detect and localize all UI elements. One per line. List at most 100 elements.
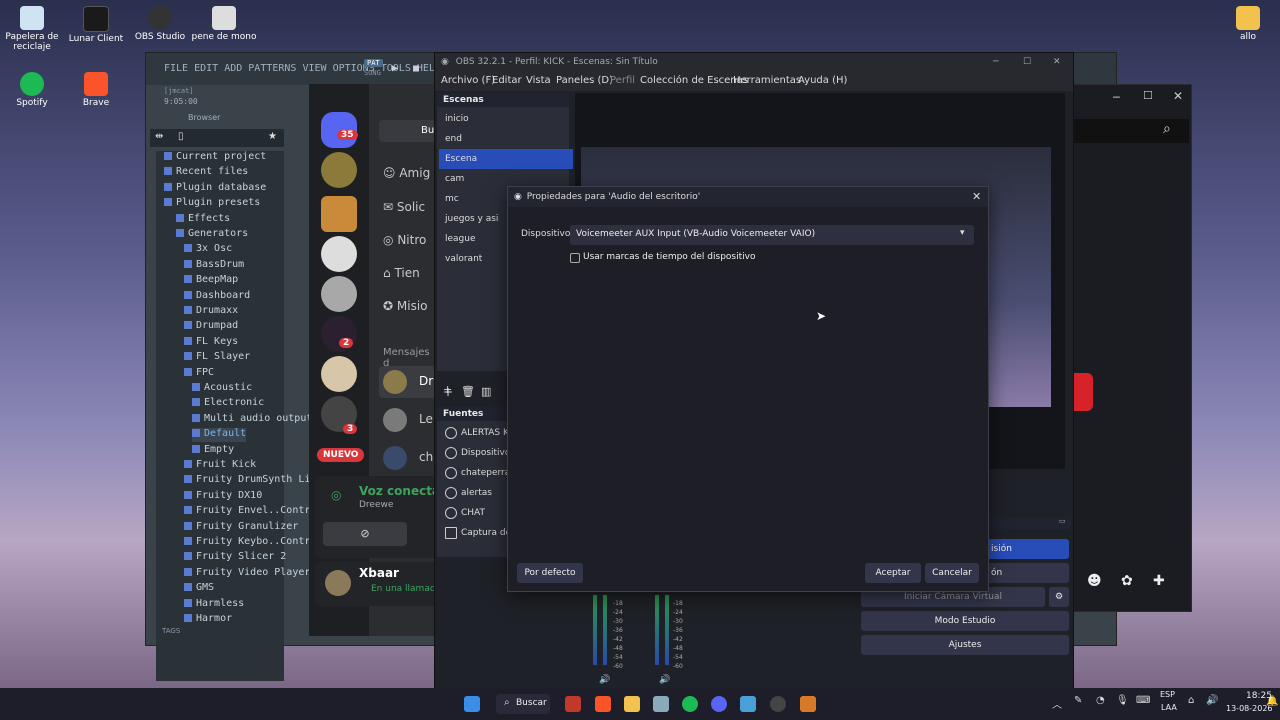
news-icon[interactable] xyxy=(565,696,581,712)
browser-tree-item[interactable]: Harmor xyxy=(184,613,232,627)
discord-icon[interactable] xyxy=(711,696,727,712)
fl-studio-icon[interactable] xyxy=(800,696,816,712)
chevron-up-icon[interactable]: ︿ xyxy=(1052,696,1062,711)
browser-tree-item[interactable]: FL Keys xyxy=(184,336,238,350)
browser-tree-item[interactable]: Default xyxy=(192,428,247,443)
server-icon[interactable] xyxy=(321,236,357,272)
scene-item[interactable]: inicio xyxy=(439,109,573,129)
network-icon[interactable]: ⌂ xyxy=(1188,695,1194,706)
app-icon[interactable] xyxy=(653,696,669,712)
browser-tree-item[interactable]: Plugin presets xyxy=(164,197,260,211)
stop-icon[interactable]: ■ xyxy=(413,63,419,74)
browser-tree-item[interactable]: Harmless xyxy=(184,598,244,612)
dm-item[interactable]: ch xyxy=(379,442,439,474)
menu-file[interactable]: Archivo (F) xyxy=(441,71,495,91)
browser-tree-item[interactable]: Fruit Kick xyxy=(184,459,256,473)
search-button[interactable]: Bu xyxy=(379,120,439,142)
nav-item-nitro[interactable]: ◎ Nitro xyxy=(383,233,426,247)
browser-tree-item[interactable]: Fruity Slicer 2 xyxy=(184,551,286,565)
menu-view[interactable]: Vista xyxy=(526,71,551,91)
file-explorer-icon[interactable] xyxy=(624,696,640,712)
notification-icon[interactable]: 🔔 xyxy=(1266,696,1278,707)
minimize-icon[interactable]: ─ xyxy=(993,53,998,71)
voice-channel[interactable]: Dreewe xyxy=(359,500,393,510)
browser-tree-item[interactable]: Fruity DX10 xyxy=(184,490,262,504)
trash-icon[interactable]: 🗑 xyxy=(461,385,475,398)
cancel-button[interactable]: Cancelar xyxy=(925,563,979,583)
dm-item[interactable]: Dr xyxy=(379,366,439,398)
tray-icon[interactable]: ◔ xyxy=(1096,695,1105,706)
browser-tree-item[interactable]: Acoustic xyxy=(192,382,252,396)
browser-tree-item[interactable]: Empty xyxy=(192,444,234,458)
browser-tree-item[interactable]: Plugin database xyxy=(164,182,266,196)
close-icon[interactable]: ✕ xyxy=(1173,89,1183,103)
browser-tree-item[interactable]: 3x Osc xyxy=(184,243,232,257)
search-bar[interactable]: ⌕ xyxy=(1073,119,1189,143)
brave-icon[interactable] xyxy=(595,696,611,712)
language-bottom[interactable]: LAA xyxy=(1161,703,1177,712)
collapse-icon[interactable]: ⇹ xyxy=(155,131,163,142)
browser-tree-item[interactable]: FPC xyxy=(184,367,214,381)
song-toggle[interactable]: SONG xyxy=(364,69,381,77)
gear-icon[interactable]: ⚙ xyxy=(1049,587,1069,607)
spotify-icon[interactable] xyxy=(682,696,698,712)
browser-tree-item[interactable]: FL Slayer xyxy=(184,351,250,365)
undock-icon[interactable]: ▭ xyxy=(1059,517,1066,525)
language-top[interactable]: ESP xyxy=(1160,690,1175,699)
filter-icon[interactable]: ▥ xyxy=(481,385,491,398)
microphone-icon[interactable]: 🎙 xyxy=(1116,695,1129,706)
timestamps-checkbox[interactable] xyxy=(570,253,580,263)
add-scene-icon[interactable]: + xyxy=(443,385,453,399)
device-select[interactable]: Voicemeeter AUX Input (VB-Audio Voicemee… xyxy=(570,225,974,245)
defaults-button[interactable]: Por defecto xyxy=(517,563,583,583)
desktop-icon-recycle-bin[interactable]: Papelera de reciclaje xyxy=(0,6,67,52)
desktop-icon-video[interactable]: pene de mono xyxy=(189,6,259,42)
star-icon[interactable]: ★ xyxy=(268,131,277,142)
browser-tree-item[interactable]: Dashboard xyxy=(184,290,250,304)
browser-tree-item[interactable]: Generators xyxy=(176,228,248,242)
browser-tree-item[interactable]: Recent files xyxy=(164,166,248,180)
browser-tree-item[interactable]: Current project xyxy=(164,151,266,165)
pat-toggle[interactable]: PAT xyxy=(364,59,383,67)
scene-item[interactable]: end xyxy=(439,129,573,149)
new-badge[interactable]: NUEVO xyxy=(317,448,365,462)
browser-tree-item[interactable]: Fruity DrumSynth Live xyxy=(184,474,322,488)
menu-docks[interactable]: Paneles (D) xyxy=(556,71,613,91)
file-icon[interactable]: ▯ xyxy=(178,131,184,142)
desktop-icon-lunar-client[interactable]: Lunar Client xyxy=(61,6,131,44)
volume-icon[interactable]: 🔊 xyxy=(1206,695,1218,706)
server-icon[interactable] xyxy=(321,356,357,392)
menu-tools[interactable]: Herramientas xyxy=(733,71,801,91)
browser-tree-item[interactable]: Drumaxx xyxy=(184,305,238,319)
nav-item-friends[interactable]: ☺ Amig xyxy=(383,166,430,180)
obs-icon[interactable] xyxy=(770,696,786,712)
fl-menu[interactable]: FILE EDIT ADD PATTERNS VIEW OPTIONS TOOL… xyxy=(164,63,441,74)
browser-tree-item[interactable]: GMS xyxy=(184,582,214,596)
start-icon[interactable] xyxy=(464,696,480,712)
settings-button[interactable]: Ajustes xyxy=(861,635,1069,655)
nav-item-missions[interactable]: ✪ Misio xyxy=(383,299,428,313)
scene-item-selected[interactable]: Escena xyxy=(439,149,573,169)
browser-tree-item[interactable]: Electronic xyxy=(192,397,264,411)
search-button[interactable]: ⌕ Buscar xyxy=(496,694,550,714)
speaker-icon[interactable]: 🔊 xyxy=(659,675,670,685)
games-icon[interactable]: ✿ xyxy=(1121,573,1133,589)
close-icon[interactable]: ✕ xyxy=(972,187,981,207)
browser-tree-item[interactable]: Drumpad xyxy=(184,320,238,334)
dm-item[interactable]: Le xyxy=(379,404,439,436)
browser-tree-item[interactable]: BassDrum xyxy=(184,259,244,273)
desktop-icon-brave[interactable]: Brave xyxy=(61,72,131,108)
emoji-icon[interactable]: ☻ xyxy=(1087,573,1102,589)
browser-tree-item[interactable]: Fruity Video Player xyxy=(184,567,310,581)
red-button[interactable] xyxy=(1073,373,1093,411)
play-icon[interactable]: ▶ xyxy=(392,63,398,74)
nav-item-requests[interactable]: ✉ Solic xyxy=(383,200,425,214)
apps-icon[interactable]: ✚ xyxy=(1153,573,1165,589)
app-icon[interactable] xyxy=(740,696,756,712)
menu-help[interactable]: Ayuda (H) xyxy=(798,71,847,91)
server-icon[interactable] xyxy=(321,196,357,232)
desktop-icon-folder[interactable]: allo xyxy=(1213,6,1280,42)
menu-edit[interactable]: Editar xyxy=(492,71,522,91)
browser-tree-item[interactable]: Effects xyxy=(176,213,230,227)
maximize-icon[interactable]: ☐ xyxy=(1143,89,1153,102)
